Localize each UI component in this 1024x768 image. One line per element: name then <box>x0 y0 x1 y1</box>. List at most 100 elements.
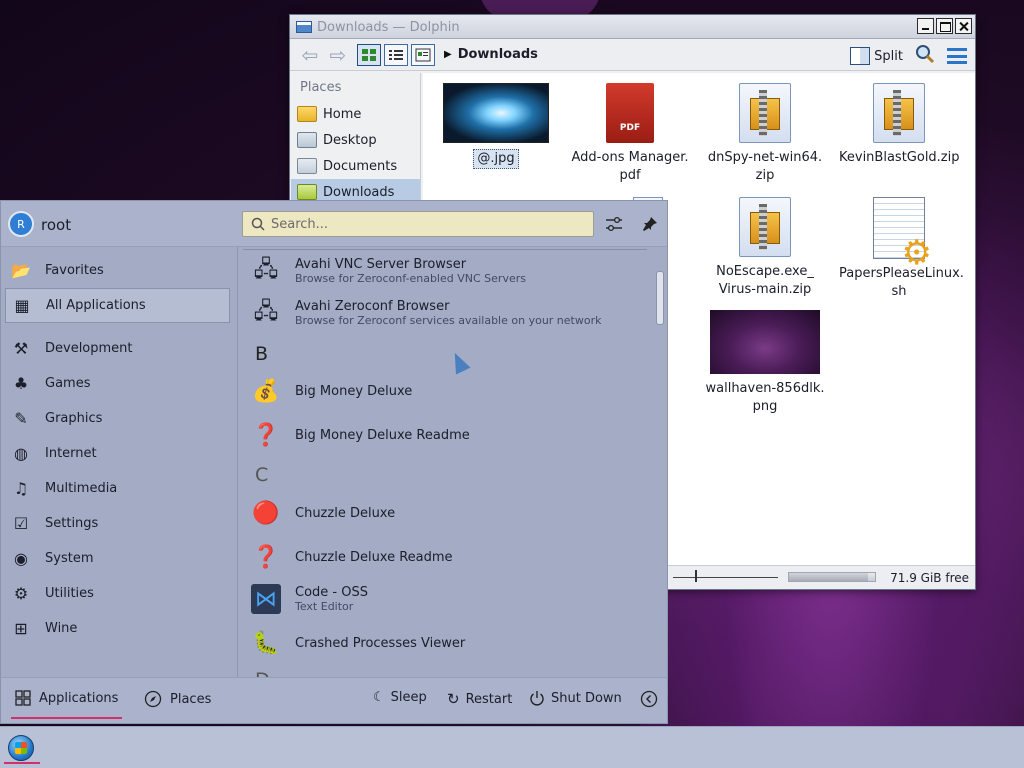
dolphin-toolbar: ⇦ ⇨ ▶ Downloads Split <box>290 39 975 71</box>
file-label: @.jpg <box>473 149 519 169</box>
help-icon: ❓ <box>252 544 280 570</box>
category-label: Settings <box>45 516 99 531</box>
image-thumbnail <box>710 310 820 374</box>
breadcrumb-downloads[interactable]: Downloads <box>458 47 538 62</box>
place-label: Documents <box>323 158 398 174</box>
taskbar <box>0 726 1024 768</box>
zoom-slider[interactable] <box>673 577 778 578</box>
app-crashed-processes[interactable]: 🐛 Crashed Processes Viewer <box>251 623 465 663</box>
details-view-button[interactable] <box>411 43 435 66</box>
menu-icon-line <box>947 48 967 51</box>
scrollbar[interactable] <box>656 271 664 325</box>
search-button[interactable] <box>915 44 935 68</box>
file-item[interactable]: PapersPleaseLinux. sh <box>839 197 964 301</box>
file-item[interactable]: @.jpg <box>436 83 556 169</box>
tab-places[interactable]: Places <box>144 690 211 708</box>
list-icon <box>389 49 403 60</box>
configure-button[interactable] <box>603 213 625 235</box>
windows-flag-icon <box>15 742 27 754</box>
category-label: All Applications <box>46 298 146 313</box>
category-utilities[interactable]: ⚙ Utilities <box>1 576 237 611</box>
shutdown-button[interactable]: Shut Down <box>529 690 622 706</box>
file-item[interactable]: KevinBlastGold.zip <box>839 83 960 167</box>
place-documents[interactable]: Documents <box>291 153 420 179</box>
file-item[interactable]: PDF Add-ons Manager. pdf <box>570 83 690 185</box>
restart-button[interactable]: ↻ Restart <box>447 690 512 708</box>
file-item[interactable]: dnSpy-net-win64. zip <box>705 83 825 185</box>
split-button[interactable]: Split <box>850 47 903 65</box>
app-code-oss[interactable]: ⋈ Code - OSS Text Editor <box>251 579 368 619</box>
sleep-button[interactable]: ☾ Sleep <box>373 690 427 705</box>
app-avahi-zeroconf[interactable]: 🖧 Avahi Zeroconf Browser Browse for Zero… <box>251 293 602 333</box>
app-description: Browse for Zeroconf-enabled VNC Servers <box>295 272 526 285</box>
app-chuzzle-deluxe[interactable]: 🔴 Chuzzle Deluxe <box>251 493 395 533</box>
money-bag-icon: 💰 <box>252 378 280 404</box>
chuzzle-icon: 🔴 <box>252 500 280 526</box>
app-name: Big Money Deluxe Readme <box>295 427 470 443</box>
details-icon <box>415 48 431 61</box>
category-all-applications[interactable]: ▦ All Applications <box>5 288 230 323</box>
category-label: Development <box>45 341 133 356</box>
documents-icon <box>297 158 317 174</box>
breadcrumb-chevron-icon[interactable]: ▶ <box>444 49 452 60</box>
dolphin-titlebar[interactable]: Downloads — Dolphin <box>290 15 975 39</box>
search-icon <box>251 217 265 231</box>
app-big-money-deluxe[interactable]: 💰 Big Money Deluxe <box>251 371 412 411</box>
app-name: Crashed Processes Viewer <box>295 635 466 651</box>
zoom-slider-handle[interactable] <box>695 570 697 582</box>
close-button[interactable] <box>955 18 972 34</box>
search-input[interactable] <box>271 216 571 232</box>
icons-view-button[interactable] <box>357 43 381 66</box>
more-actions-button[interactable] <box>640 690 658 708</box>
place-home[interactable]: Home <box>291 101 420 127</box>
zip-archive-icon <box>873 83 925 143</box>
file-item[interactable]: NoEscape.exe_ Virus-main.zip <box>705 197 825 299</box>
application-list[interactable]: 🖧 Avahi VNC Server Browser Browse for Ze… <box>239 247 667 679</box>
category-label: Internet <box>45 446 97 461</box>
pin-icon <box>643 217 657 231</box>
internet-icon: ◍ <box>14 444 28 463</box>
tab-label: Places <box>170 691 212 707</box>
pin-button[interactable] <box>639 213 661 235</box>
back-button[interactable]: ⇦ <box>298 43 322 67</box>
compact-view-button[interactable] <box>384 43 408 66</box>
category-development[interactable]: ⚒ Development <box>1 331 237 366</box>
avatar[interactable]: R <box>8 211 34 237</box>
start-menu-button[interactable] <box>8 735 34 761</box>
search-field[interactable] <box>242 211 594 237</box>
app-avahi-vnc[interactable]: 🖧 Avahi VNC Server Browser Browse for Ze… <box>251 251 526 291</box>
sliders-icon <box>606 216 622 232</box>
app-description: Text Editor <box>295 600 354 613</box>
forward-button[interactable]: ⇨ <box>326 43 350 67</box>
file-label: Add-ons Manager. pdf <box>571 150 689 183</box>
shutdown-label: Shut Down <box>551 690 622 706</box>
place-desktop[interactable]: Desktop <box>291 127 420 153</box>
category-label: Favorites <box>45 263 104 278</box>
app-name: Avahi VNC Server Browser <box>295 257 467 272</box>
category-internet[interactable]: ◍ Internet <box>1 436 237 471</box>
network-icon: 🖧 <box>253 299 279 324</box>
category-multimedia[interactable]: ♫ Multimedia <box>1 471 237 506</box>
minimize-button[interactable] <box>917 18 934 34</box>
hamburger-menu-button[interactable] <box>947 48 967 64</box>
application-launcher: R root 📂 Favorites ▦ All Applications ⚒ … <box>0 200 668 724</box>
multimedia-icon: ♫ <box>13 479 29 498</box>
section-letter: C <box>255 464 269 486</box>
shell-script-icon <box>873 197 932 262</box>
file-item[interactable]: wallhaven-856dlk. png <box>705 310 825 416</box>
chevron-left-icon <box>640 690 658 708</box>
app-chuzzle-readme[interactable]: ❓ Chuzzle Deluxe Readme <box>251 537 452 577</box>
category-favorites[interactable]: 📂 Favorites <box>1 253 237 288</box>
app-big-money-readme[interactable]: ❓ Big Money Deluxe Readme <box>251 415 470 455</box>
category-wine[interactable]: ⊞ Wine <box>1 611 237 646</box>
category-system[interactable]: ◉ System <box>1 541 237 576</box>
category-settings[interactable]: ☑ Settings <box>1 506 237 541</box>
list-top-divider <box>243 249 647 250</box>
sleep-icon: ☾ <box>373 690 385 705</box>
maximize-button[interactable] <box>936 18 953 34</box>
tab-applications[interactable]: Applications <box>10 690 123 719</box>
applications-grid-icon <box>15 690 31 706</box>
category-games[interactable]: ♣ Games <box>1 366 237 401</box>
category-graphics[interactable]: ✎ Graphics <box>1 401 237 436</box>
places-panel: Places Home Desktop Documents Downloads <box>291 73 421 205</box>
